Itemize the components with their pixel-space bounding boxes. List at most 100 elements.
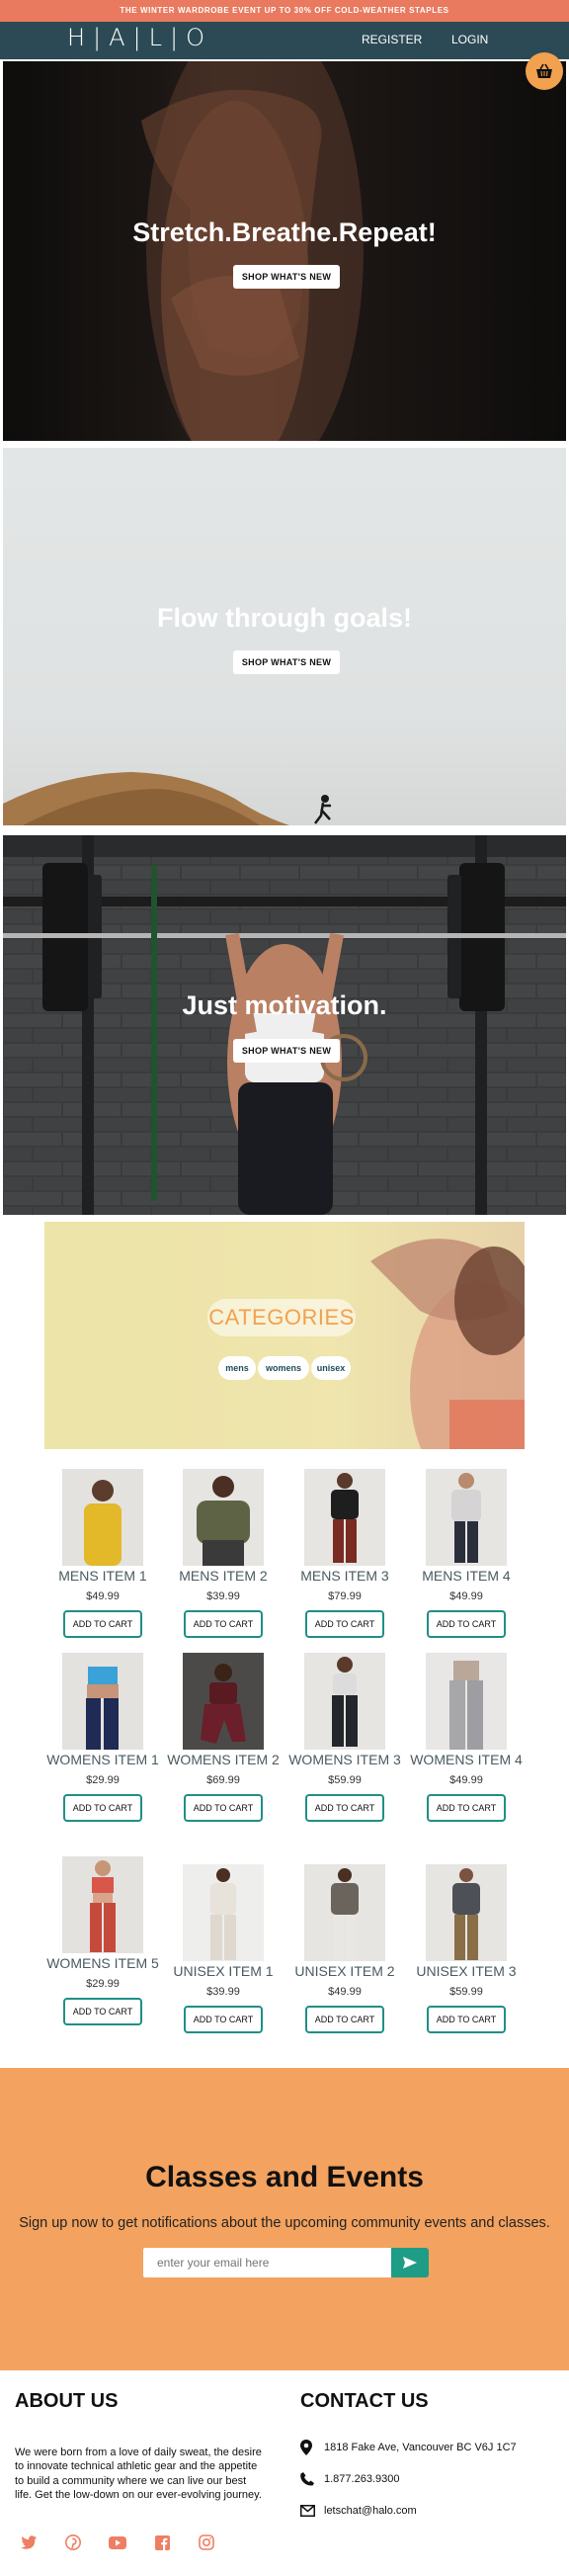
product-card: WOMENS ITEM 4 $49.99 ADD TO CART (407, 1653, 526, 1822)
product-image[interactable] (183, 1469, 264, 1566)
add-to-cart-button[interactable]: ADD TO CART (184, 2006, 263, 2033)
product-image[interactable] (62, 1469, 143, 1566)
hero-title: Flow through goals! (157, 603, 412, 633)
product-card: WOMENS ITEM 1 $29.99 ADD TO CART (43, 1653, 162, 1822)
add-to-cart-button[interactable]: ADD TO CART (305, 1794, 384, 1822)
product-card: UNISEX ITEM 2 $49.99 ADD TO CART (285, 1864, 404, 2033)
product-card: WOMENS ITEM 5 $29.99 ADD TO CART (43, 1856, 162, 2025)
product-price: $69.99 (206, 1774, 240, 1786)
product-price: $59.99 (449, 1986, 483, 1998)
promo-banner[interactable]: THE WINTER WARDROBE EVENT UP TO 30% OFF … (0, 0, 569, 22)
add-to-cart-button[interactable]: ADD TO CART (63, 1998, 142, 2025)
product-name[interactable]: WOMENS ITEM 1 (43, 1752, 162, 1768)
categories-title: CATEGORIES (207, 1299, 356, 1336)
product-price: $29.99 (86, 1978, 120, 1990)
cart-button[interactable] (526, 52, 563, 90)
youtube-link[interactable] (109, 2533, 126, 2551)
category-unisex[interactable]: unisex (311, 1356, 351, 1380)
product-price: $49.99 (328, 1986, 362, 1998)
product-name[interactable]: WOMENS ITEM 2 (164, 1752, 283, 1768)
product-name[interactable]: UNISEX ITEM 2 (285, 1963, 404, 1980)
add-to-cart-button[interactable]: ADD TO CART (305, 1610, 384, 1638)
pinterest-link[interactable] (64, 2533, 82, 2551)
hero-photo-stretching-woman (141, 61, 364, 441)
events-subtitle: Sign up now to get notifications about t… (19, 2215, 550, 2231)
phone-icon (300, 2472, 314, 2486)
site-logo[interactable]: H|A|L|O (67, 24, 212, 51)
add-to-cart-button[interactable]: ADD TO CART (427, 2006, 506, 2033)
product-price: $79.99 (328, 1590, 362, 1602)
product-price: $49.99 (449, 1590, 483, 1602)
shop-whats-new-button[interactable]: SHOP WHAT'S NEW (233, 650, 340, 674)
product-name[interactable]: WOMENS ITEM 5 (43, 1955, 162, 1972)
add-to-cart-button[interactable]: ADD TO CART (427, 1794, 506, 1822)
contact-phone: 1.877.263.9300 (300, 2472, 399, 2486)
contact-email: letschat@halo.com (300, 2505, 417, 2517)
map-pin-icon (300, 2440, 312, 2455)
instagram-link[interactable] (198, 2533, 215, 2551)
product-card: UNISEX ITEM 3 $59.99 ADD TO CART (407, 1864, 526, 2033)
product-name[interactable]: WOMENS ITEM 3 (285, 1752, 404, 1768)
product-name[interactable]: MENS ITEM 1 (43, 1568, 162, 1585)
product-card: MENS ITEM 1 $49.99 ADD TO CART (43, 1469, 162, 1638)
email-text[interactable]: letschat@halo.com (324, 2505, 417, 2517)
product-image[interactable] (62, 1856, 143, 1953)
product-price: $39.99 (206, 1590, 240, 1602)
facebook-link[interactable] (153, 2533, 171, 2551)
product-image[interactable] (183, 1653, 264, 1750)
product-image[interactable] (426, 1653, 507, 1750)
phone-text[interactable]: 1.877.263.9300 (324, 2473, 399, 2485)
site-header: H|A|L|O REGISTER LOGIN (0, 22, 569, 59)
add-to-cart-button[interactable]: ADD TO CART (184, 1610, 263, 1638)
register-link[interactable]: REGISTER (362, 33, 422, 46)
category-mens[interactable]: mens (218, 1356, 256, 1380)
hero-title: Just motivation. (182, 990, 387, 1020)
product-name[interactable]: WOMENS ITEM 4 (407, 1752, 526, 1768)
category-womens[interactable]: womens (258, 1356, 309, 1380)
contact-address: 1818 Fake Ave, Vancouver BC V6J 1C7 (300, 2440, 517, 2455)
product-image[interactable] (304, 1469, 385, 1566)
product-card: WOMENS ITEM 2 $69.99 ADD TO CART (164, 1653, 283, 1822)
hero-photo-runner-dune (3, 772, 331, 825)
product-image[interactable] (426, 1469, 507, 1566)
events-title: Classes and Events (145, 2161, 424, 2193)
about-heading: ABOUT US (15, 2390, 119, 2412)
hero-banner-3: Just motivation. SHOP WHAT'S NEW (3, 835, 566, 1215)
add-to-cart-button[interactable]: ADD TO CART (305, 2006, 384, 2033)
product-price: $49.99 (86, 1590, 120, 1602)
add-to-cart-button[interactable]: ADD TO CART (63, 1610, 142, 1638)
product-name[interactable]: UNISEX ITEM 1 (164, 1963, 283, 1980)
product-name[interactable]: MENS ITEM 2 (164, 1568, 283, 1585)
product-card: MENS ITEM 3 $79.99 ADD TO CART (285, 1469, 404, 1638)
product-price: $49.99 (449, 1774, 483, 1786)
product-image[interactable] (62, 1653, 143, 1750)
product-image[interactable] (426, 1864, 507, 1961)
categories-section: CATEGORIES mens womens unisex (44, 1222, 525, 1449)
product-price: $59.99 (328, 1774, 362, 1786)
product-card: WOMENS ITEM 3 $59.99 ADD TO CART (285, 1653, 404, 1822)
add-to-cart-button[interactable]: ADD TO CART (184, 1794, 263, 1822)
product-name[interactable]: MENS ITEM 4 (407, 1568, 526, 1585)
shop-whats-new-button[interactable]: SHOP WHAT'S NEW (233, 265, 340, 289)
basket-icon (536, 63, 552, 78)
product-name[interactable]: UNISEX ITEM 3 (407, 1963, 526, 1980)
hero-title: Stretch.Breathe.Repeat! (132, 217, 437, 247)
product-name[interactable]: MENS ITEM 3 (285, 1568, 404, 1585)
product-image[interactable] (304, 1864, 385, 1961)
shop-whats-new-button[interactable]: SHOP WHAT'S NEW (233, 1039, 340, 1063)
address-text: 1818 Fake Ave, Vancouver BC V6J 1C7 (324, 2442, 517, 2453)
product-price: $29.99 (86, 1774, 120, 1786)
product-image[interactable] (183, 1864, 264, 1961)
pinterest-icon (65, 2534, 81, 2550)
product-image[interactable] (304, 1653, 385, 1750)
add-to-cart-button[interactable]: ADD TO CART (427, 1610, 506, 1638)
email-input[interactable] (143, 2248, 391, 2277)
email-submit-button[interactable] (391, 2248, 429, 2277)
contact-heading: CONTACT US (300, 2390, 429, 2412)
add-to-cart-button[interactable]: ADD TO CART (63, 1794, 142, 1822)
login-link[interactable]: LOGIN (451, 33, 488, 46)
about-text: We were born from a love of daily sweat,… (15, 2447, 262, 2502)
hero-photo-barbell-lift (3, 835, 566, 1215)
twitter-link[interactable] (20, 2533, 38, 2551)
instagram-icon (199, 2534, 214, 2550)
